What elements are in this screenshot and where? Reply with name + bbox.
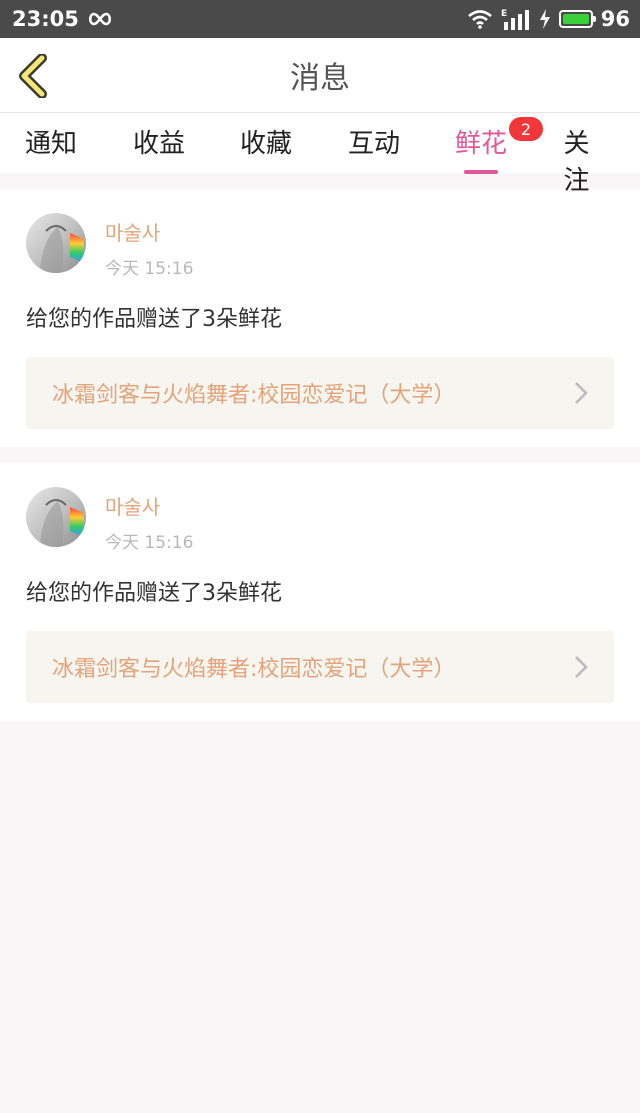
avatar[interactable] xyxy=(26,487,86,547)
tab-bar: 通知 收益 收藏 互动 鲜花 2 关注 xyxy=(0,113,640,196)
charging-icon xyxy=(539,9,550,29)
wifi-icon xyxy=(467,10,492,29)
list-item: 마술사 今天 15:16 给您的作品赠送了3朵鲜花 冰霜剑客与火焰舞者:校园恋爱… xyxy=(0,463,640,721)
message-list: 마술사 今天 15:16 给您的作品赠送了3朵鲜花 冰霜剑客与火焰舞者:校园恋爱… xyxy=(0,189,640,721)
work-title: 冰霜剑客与火焰舞者:校园恋爱记（大学） xyxy=(52,383,456,408)
infinity-icon xyxy=(88,12,111,26)
tab-label: 鲜花 xyxy=(454,129,508,159)
signal-icon: E xyxy=(501,9,529,30)
message-text: 给您的作品赠送了3朵鲜花 xyxy=(26,307,282,332)
message-time: 今天 15:16 xyxy=(105,533,194,553)
page-title: 消息 xyxy=(290,61,350,96)
sender-name[interactable]: 마술사 xyxy=(105,491,193,520)
tab-flowers[interactable]: 鲜花 2 xyxy=(454,117,544,174)
tab-follow[interactable]: 关注 xyxy=(564,123,615,197)
tab-notifications[interactable]: 通知 xyxy=(25,123,77,160)
status-time: 23:05 xyxy=(12,7,79,31)
battery-level: 96 xyxy=(600,7,630,31)
tab-label: 互动 xyxy=(347,129,401,159)
tab-label: 收藏 xyxy=(239,129,293,159)
tab-earnings[interactable]: 收益 xyxy=(133,123,185,160)
list-item: 마술사 今天 15:16 给您的作品赠送了3朵鲜花 冰霜剑客与火焰舞者:校园恋爱… xyxy=(0,189,640,447)
work-link[interactable]: 冰霜剑客与火焰舞者:校园恋爱记（大学） xyxy=(26,357,614,429)
tab-favorites[interactable]: 收藏 xyxy=(240,123,292,160)
tab-label: 收益 xyxy=(132,129,186,159)
work-title: 冰霜剑客与火焰舞者:校园恋爱记（大学） xyxy=(52,657,456,682)
chevron-right-icon xyxy=(575,382,588,404)
battery-icon xyxy=(558,10,596,28)
message-time: 今天 15:16 xyxy=(105,259,194,279)
avatar[interactable] xyxy=(26,213,86,273)
tab-label: 通知 xyxy=(24,129,78,159)
sender-name[interactable]: 마술사 xyxy=(105,217,193,246)
svg-text:E: E xyxy=(501,9,507,19)
back-arrow-icon[interactable] xyxy=(16,54,50,98)
chevron-right-icon xyxy=(575,656,588,678)
app-header: 消息 xyxy=(0,38,640,113)
active-tab-indicator xyxy=(463,170,498,174)
unread-badge: 2 xyxy=(509,117,544,141)
status-bar: 23:05 E 96 xyxy=(0,0,640,38)
tab-interactions[interactable]: 互动 xyxy=(348,123,400,160)
work-link[interactable]: 冰霜剑客与火焰舞者:校园恋爱记（大学） xyxy=(26,631,614,703)
message-text: 给您的作品赠送了3朵鲜花 xyxy=(26,581,282,606)
tab-label: 关注 xyxy=(563,129,590,196)
